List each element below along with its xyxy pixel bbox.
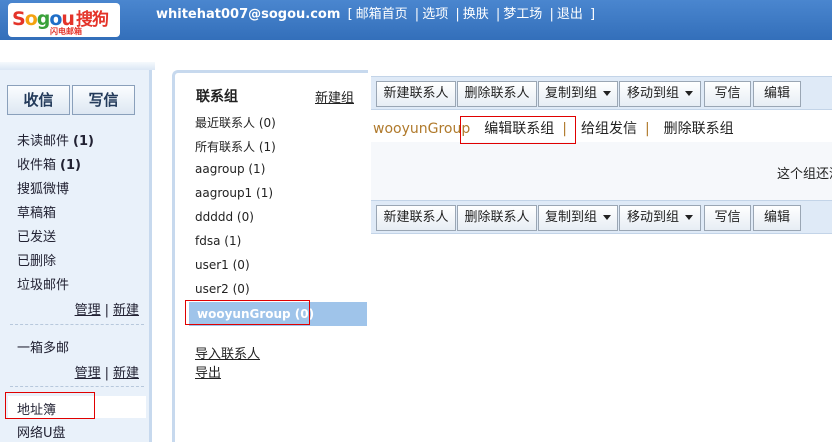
move-to-group-dropdown[interactable]: 移动到组: [619, 81, 701, 107]
current-group-name: wooyunGroup: [373, 121, 471, 137]
group-item[interactable]: aagroup (1): [195, 162, 265, 176]
new-contact-button[interactable]: 新建联系人: [376, 81, 456, 107]
folder-unread[interactable]: 未读邮件 (1): [17, 130, 94, 149]
new-group-link[interactable]: 新建组: [315, 87, 354, 106]
multi-mailbox[interactable]: 一箱多邮: [17, 337, 69, 356]
folder-drafts[interactable]: 草稿箱: [17, 202, 56, 221]
edit-button[interactable]: 编辑: [753, 205, 801, 231]
new-contact-button[interactable]: 新建联系人: [376, 205, 456, 231]
group-item[interactable]: ddddd (0): [195, 210, 254, 224]
write-mail-button[interactable]: 写信: [704, 205, 751, 231]
inbox-count: (1): [60, 158, 81, 173]
user-email: whitehat007@sogou.com: [156, 7, 341, 22]
group-item[interactable]: fdsa (1): [195, 234, 241, 248]
netdisk[interactable]: 网络U盘: [17, 422, 66, 441]
nav-skin[interactable]: 换肤: [463, 7, 489, 22]
top-bar: Sogou 搜狗 闪电邮箱 whitehat007@sogou.com [邮箱首页…: [0, 0, 832, 40]
move-to-group-dropdown[interactable]: 移动到组: [619, 205, 701, 231]
group-item[interactable]: 所有联系人 (1): [195, 138, 276, 155]
import-contacts-link[interactable]: 导入联系人: [195, 343, 260, 362]
group-item[interactable]: user1 (0): [195, 258, 250, 272]
groups-title: 联系组: [196, 89, 238, 105]
chevron-down-icon: [603, 215, 611, 220]
receive-button[interactable]: 收信: [7, 85, 70, 115]
delete-group-link[interactable]: 删除联系组: [664, 121, 734, 137]
nav-options[interactable]: 选项: [422, 7, 448, 22]
folder-inbox[interactable]: 收件箱 (1): [17, 154, 81, 173]
highlight-box: [460, 116, 576, 144]
top-nav: whitehat007@sogou.com [邮箱首页 | 选项 | 换肤 | 梦工场…: [156, 7, 596, 22]
export-link[interactable]: 导出: [195, 362, 221, 381]
group-item[interactable]: user2 (0): [195, 282, 250, 296]
folder-spam[interactable]: 垃圾邮件: [17, 274, 69, 293]
divider: [10, 324, 144, 325]
nav-logout[interactable]: 退出: [557, 7, 583, 22]
folder-sent[interactable]: 已发送: [17, 226, 56, 245]
divider: [10, 386, 144, 387]
edit-button[interactable]: 编辑: [753, 81, 801, 107]
sogou-logo[interactable]: Sogou 搜狗 闪电邮箱: [8, 3, 120, 37]
highlight-box: [5, 392, 95, 419]
copy-to-group-dropdown[interactable]: 复制到组: [538, 205, 618, 231]
send-to-group-link[interactable]: 给组发信: [581, 121, 637, 137]
compose-button[interactable]: 写信: [72, 85, 135, 115]
group-item[interactable]: 最近联系人 (0): [195, 114, 276, 131]
chevron-down-icon: [685, 91, 693, 96]
write-mail-button[interactable]: 写信: [704, 81, 751, 107]
folder-manage-link[interactable]: 管理: [75, 303, 101, 318]
nav-mail-home[interactable]: 邮箱首页: [356, 7, 408, 22]
folder-deleted[interactable]: 已删除: [17, 250, 56, 269]
multi-new-link[interactable]: 新建: [113, 366, 139, 381]
chevron-down-icon: [603, 91, 611, 96]
folder-new-link[interactable]: 新建: [113, 303, 139, 318]
unread-count: (1): [73, 134, 94, 149]
folder-manage-links: 管理 | 新建: [74, 303, 139, 318]
sidebar-top-shade: [0, 62, 155, 70]
group-item[interactable]: aagroup1 (1): [195, 186, 273, 200]
contact-groups-panel: 联系组 新建组 最近联系人 (0) 所有联系人 (1) aagroup (1) …: [172, 70, 368, 442]
empty-group-message: 这个组还没: [777, 167, 832, 182]
sidebar: 收信 写信 未读邮件 (1) 收件箱 (1) 搜狐微博 草稿箱 已发送 已删除 垃圾…: [0, 70, 152, 442]
main-content: 新建联系人 删除联系人 复制到组 移动到组 写信 编辑 wooyunGroup 编…: [371, 70, 832, 442]
multi-manage-links: 管理 | 新建: [74, 366, 139, 381]
bottom-toolbar: 新建联系人 删除联系人 复制到组 移动到组 写信 编辑: [371, 200, 832, 234]
highlight-box: [185, 300, 310, 325]
delete-contact-button[interactable]: 删除联系人: [457, 205, 537, 231]
contact-list-area: [371, 142, 832, 200]
multi-manage-link[interactable]: 管理: [75, 366, 101, 381]
top-toolbar: 新建联系人 删除联系人 复制到组 移动到组 写信 编辑: [371, 76, 832, 110]
delete-contact-button[interactable]: 删除联系人: [457, 81, 537, 107]
logo-subtitle: 闪电邮箱: [50, 27, 82, 36]
chevron-down-icon: [685, 215, 693, 220]
nav-dreamworks[interactable]: 梦工场: [503, 7, 542, 22]
copy-to-group-dropdown[interactable]: 复制到组: [538, 81, 618, 107]
folder-sohu-weibo[interactable]: 搜狐微博: [17, 178, 69, 197]
